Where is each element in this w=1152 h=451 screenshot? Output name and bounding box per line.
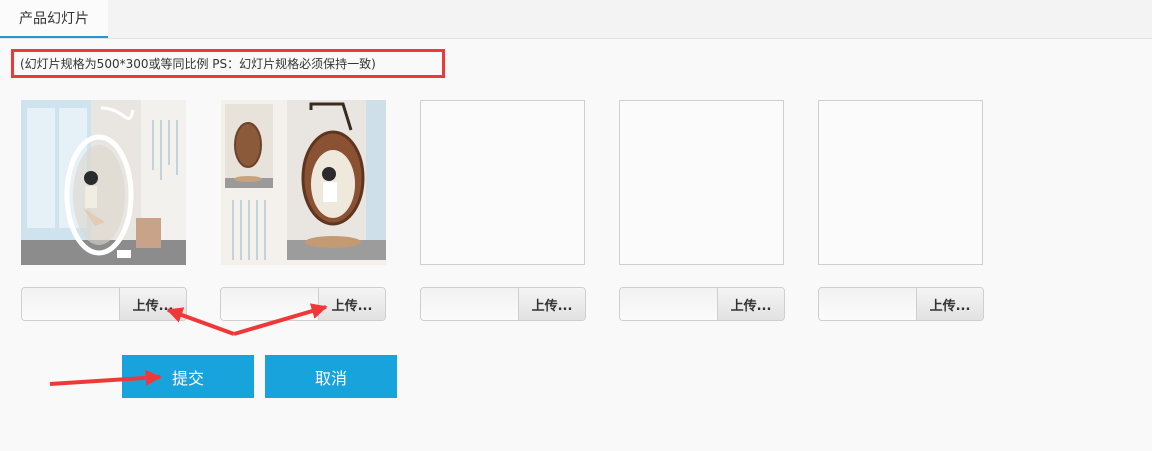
upload-button-1[interactable]: 上传... bbox=[119, 288, 186, 320]
file-uploader-3: 上传... bbox=[420, 287, 586, 321]
slide-slot-5 bbox=[818, 100, 983, 265]
slide-slot-1 bbox=[21, 100, 186, 265]
slide-spec-notice: (幻灯片规格为500*300或等同比例 PS：幻灯片规格必须保持一致) bbox=[11, 49, 445, 78]
upload-button-2[interactable]: 上传... bbox=[318, 288, 385, 320]
file-path-field-2[interactable] bbox=[221, 288, 318, 320]
file-path-field-4[interactable] bbox=[620, 288, 717, 320]
upload-button-5[interactable]: 上传... bbox=[916, 288, 983, 320]
slide-slot-4 bbox=[619, 100, 784, 265]
upload-button-4[interactable]: 上传... bbox=[717, 288, 784, 320]
file-uploader-1: 上传... bbox=[21, 287, 187, 321]
slide-image-2 bbox=[221, 100, 386, 265]
file-uploader-5: 上传... bbox=[818, 287, 984, 321]
submit-button[interactable]: 提交 bbox=[122, 355, 254, 398]
upload-button-3[interactable]: 上传... bbox=[518, 288, 585, 320]
slide-image-1 bbox=[21, 100, 186, 265]
cancel-button[interactable]: 取消 bbox=[265, 355, 397, 398]
file-path-field-3[interactable] bbox=[421, 288, 518, 320]
file-path-field-5[interactable] bbox=[819, 288, 916, 320]
file-path-field-1[interactable] bbox=[22, 288, 119, 320]
file-uploader-4: 上传... bbox=[619, 287, 785, 321]
file-uploader-2: 上传... bbox=[220, 287, 386, 321]
slide-slot-3 bbox=[420, 100, 585, 265]
slide-slot-2 bbox=[221, 100, 386, 265]
tab-product-slides[interactable]: 产品幻灯片 bbox=[0, 0, 108, 38]
tab-bar: 产品幻灯片 bbox=[0, 0, 1152, 39]
